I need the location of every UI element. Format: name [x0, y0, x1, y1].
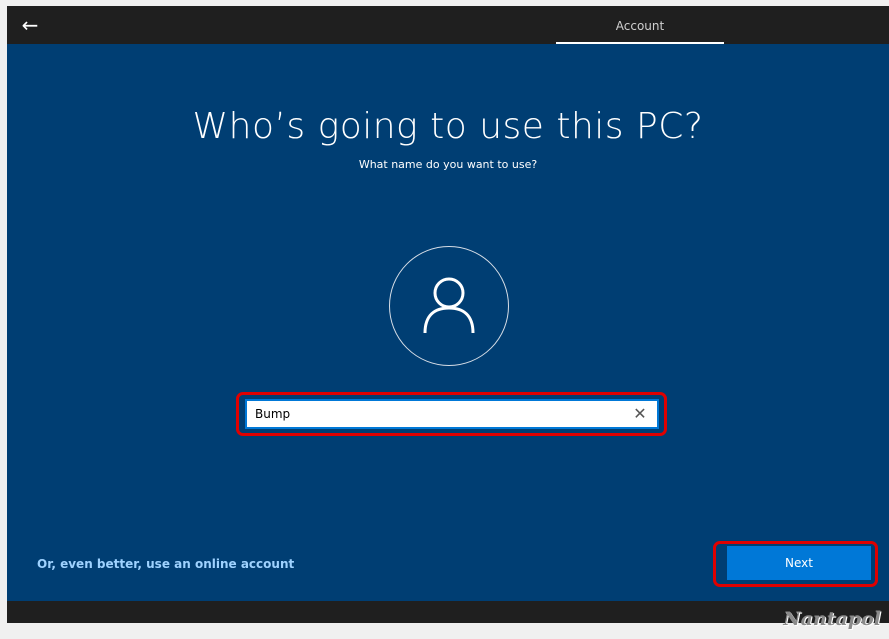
- page-subtitle: What name do you want to use?: [358, 158, 538, 171]
- name-input[interactable]: [255, 401, 625, 427]
- setup-panel: Who’s going to use this PC? What name do…: [7, 44, 889, 601]
- online-account-link[interactable]: Or, even better, use an online account: [37, 557, 294, 571]
- arrow-left-icon: ←: [21, 13, 39, 37]
- user-icon: [423, 277, 475, 334]
- clear-button[interactable]: ✕: [629, 403, 651, 425]
- back-button[interactable]: ←: [15, 10, 45, 40]
- tab-account: Account: [556, 6, 724, 44]
- watermark: Nantapol: [783, 608, 881, 630]
- avatar: [389, 246, 509, 366]
- name-field: ✕: [245, 399, 659, 429]
- next-button[interactable]: Next: [727, 546, 871, 580]
- page-title: Who’s going to use this PC?: [192, 106, 704, 147]
- close-icon: ✕: [633, 404, 647, 423]
- top-bar: ← Account: [7, 6, 889, 44]
